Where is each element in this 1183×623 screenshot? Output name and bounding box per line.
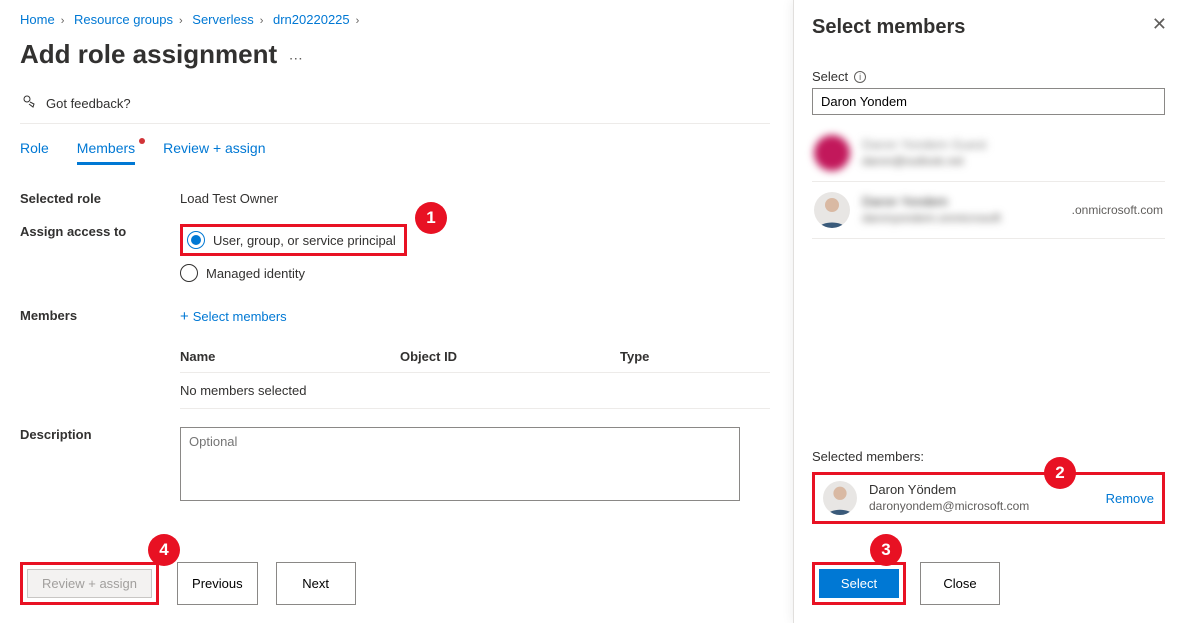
panel-title: Select members	[812, 16, 1165, 39]
tab-members[interactable]: Members	[77, 140, 135, 165]
tab-unsaved-dot-icon	[139, 138, 145, 144]
remove-member-link[interactable]: Remove	[1106, 491, 1154, 506]
title-more-icon[interactable]: ⋯	[289, 50, 303, 66]
radio-managed-identity[interactable]: Managed identity	[180, 264, 770, 282]
members-label: Members	[20, 308, 180, 323]
step-badge-4: 4	[148, 534, 180, 566]
step-badge-3: 3	[870, 534, 902, 566]
highlight-1: User, group, or service principal	[180, 224, 407, 256]
select-label: Select i	[812, 69, 1165, 84]
search-result-1[interactable]: Daron Yondem Guest daron@outlook.net	[812, 125, 1165, 182]
description-input[interactable]	[180, 427, 740, 501]
result-suffix: .onmicrosoft.com	[1072, 203, 1163, 217]
feedback-link[interactable]: Got feedback?	[20, 84, 770, 124]
result-text-blurred: Daron Yondem Guest daron@outlook.net	[862, 137, 986, 169]
review-assign-button[interactable]: Review + assign	[27, 569, 152, 598]
radio-managed-label: Managed identity	[206, 266, 305, 281]
highlight-2: 2 Daron Yöndem daronyondem@microsoft.com…	[812, 472, 1165, 524]
breadcrumb-home[interactable]: Home	[20, 12, 55, 27]
info-icon[interactable]: i	[854, 71, 866, 83]
breadcrumb-resource[interactable]: drn20220225	[273, 12, 350, 27]
radio-user-group-sp[interactable]: User, group, or service principal	[187, 231, 396, 249]
col-name-header: Name	[180, 349, 400, 364]
tab-role[interactable]: Role	[20, 140, 49, 165]
selected-role-label: Selected role	[20, 191, 180, 206]
radio-checked-icon	[187, 231, 205, 249]
selected-members-heading: Selected members:	[812, 449, 1165, 464]
members-table: Name Object ID Type No members selected	[180, 341, 770, 409]
avatar	[814, 192, 850, 228]
selected-member-row: Daron Yöndem daronyondem@microsoft.com R…	[823, 481, 1154, 515]
radio-user-label: User, group, or service principal	[213, 233, 396, 248]
step-badge-2: 2	[1044, 457, 1076, 489]
tab-members-label: Members	[77, 140, 135, 156]
avatar	[823, 481, 857, 515]
breadcrumb: Home› Resource groups› Serverless› drn20…	[20, 12, 770, 27]
feedback-icon	[22, 94, 38, 113]
highlight-4: Review + assign	[20, 562, 159, 605]
col-type-header: Type	[620, 349, 740, 364]
page-title: Add role assignment	[20, 39, 277, 70]
tab-bar: Role Members Review + assign	[20, 140, 770, 165]
assign-access-label: Assign access to	[20, 224, 180, 239]
previous-button[interactable]: Previous	[177, 562, 258, 605]
select-members-panel: ✕ Select members Select i Daron Yondem G…	[793, 0, 1183, 623]
breadcrumb-serverless[interactable]: Serverless	[192, 12, 253, 27]
next-button[interactable]: Next	[276, 562, 356, 605]
member-search-input[interactable]	[812, 88, 1165, 115]
tab-review[interactable]: Review + assign	[163, 140, 265, 165]
selected-member-name: Daron Yöndem	[869, 482, 1029, 499]
selected-role-value: Load Test Owner	[180, 191, 770, 206]
search-result-2[interactable]: Daron Yondem daronyondem.onmicrosoft .on…	[812, 182, 1165, 239]
feedback-label: Got feedback?	[46, 96, 131, 111]
select-members-link[interactable]: + Select members	[180, 309, 287, 324]
plus-icon: +	[180, 308, 189, 325]
selected-member-email: daronyondem@microsoft.com	[869, 499, 1029, 515]
description-label: Description	[20, 427, 180, 442]
close-button[interactable]: Close	[920, 562, 1000, 605]
radio-unchecked-icon	[180, 264, 198, 282]
avatar	[814, 135, 850, 171]
table-empty-row: No members selected	[180, 372, 770, 409]
step-badge-1: 1	[415, 202, 447, 234]
result-text-blurred: Daron Yondem daronyondem.onmicrosoft	[862, 194, 1001, 226]
select-button[interactable]: Select	[819, 569, 899, 598]
highlight-3: Select	[812, 562, 906, 605]
select-members-label: Select members	[193, 309, 287, 324]
col-oid-header: Object ID	[400, 349, 620, 364]
close-icon[interactable]: ✕	[1152, 14, 1167, 35]
breadcrumb-rg[interactable]: Resource groups	[74, 12, 173, 27]
